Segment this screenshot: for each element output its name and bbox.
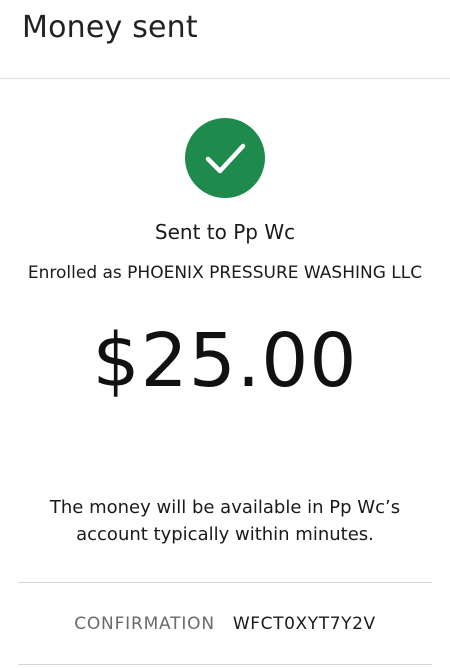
check-icon — [205, 143, 246, 174]
payment-amount: $25.00 — [92, 318, 358, 404]
header: Money sent — [0, 0, 450, 79]
page-title: Money sent — [22, 10, 198, 45]
recipient-enrolled-name: Enrolled as PHOENIX PRESSURE WASHING LLC — [27, 263, 423, 283]
confirmation-label: CONFIRMATION — [74, 614, 215, 634]
recipient-name: Sent to Pp Wc — [154, 220, 296, 244]
confirmation-code: WFCT0XYT7Y2V — [232, 614, 376, 634]
success-badge — [185, 118, 265, 198]
divider — [18, 664, 432, 665]
confirmation-row: CONFIRMATION WFCT0XYT7Y2V — [0, 614, 450, 634]
availability-note: The money will be available in Pp Wc’s a… — [49, 497, 401, 545]
divider — [18, 582, 432, 583]
